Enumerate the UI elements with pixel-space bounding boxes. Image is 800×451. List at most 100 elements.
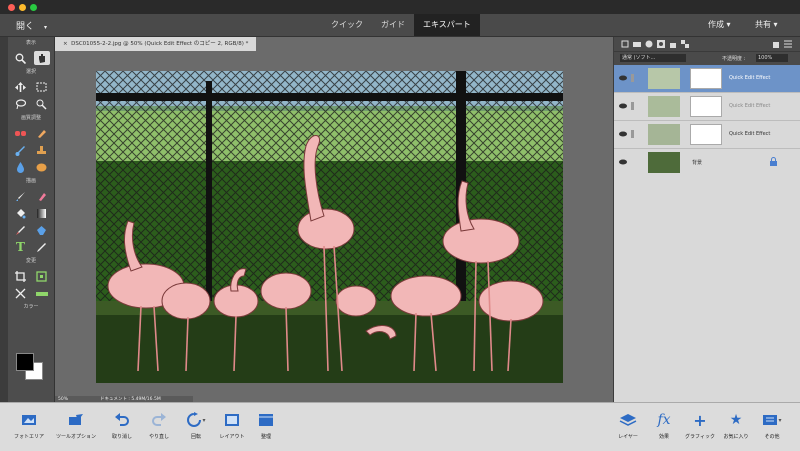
photo-bin-button[interactable]: フォトエリア [9, 409, 49, 440]
undo-button[interactable]: 取り消し [102, 409, 142, 440]
redo-button[interactable]: やり直し [139, 409, 179, 440]
lasso-tool-icon[interactable] [13, 97, 29, 111]
tool-section-select: 選択 [25, 69, 36, 75]
tab-quick[interactable]: クイック [322, 14, 372, 36]
layer-mask-thumbnail[interactable] [690, 68, 722, 89]
sponge-tool-icon[interactable] [34, 160, 50, 174]
panel-menu-icon[interactable] [783, 40, 792, 49]
content-aware-move-icon[interactable] [13, 286, 29, 300]
new-layer-icon[interactable] [620, 40, 629, 49]
chevron-down-icon: ▾ [44, 24, 48, 31]
tool-options-icon [56, 409, 96, 431]
favorites-button[interactable]: ★ お気に入り [716, 409, 756, 440]
favorites-label: お気に入り [723, 434, 749, 440]
mode-tabs: クイック ガイド エキスパート [322, 14, 480, 36]
document-tab[interactable]: × DSC01055-2-2.jpg @ 50% (Quick Edit Eff… [55, 37, 257, 51]
move-tool-icon[interactable] [13, 80, 29, 94]
close-icon[interactable]: × [63, 41, 68, 47]
spot-healing-brush-icon[interactable] [34, 126, 50, 140]
layer-row[interactable]: 背景 [614, 149, 800, 176]
color-picker-icon[interactable] [13, 223, 29, 237]
share-menu-label: 共有 [755, 20, 771, 29]
layer-link-icon [631, 130, 634, 138]
more-label: その他 [764, 434, 780, 440]
effects-button[interactable]: fx 効果 [644, 409, 684, 440]
smart-brush-icon[interactable] [13, 143, 29, 157]
organizer-button[interactable]: 整理 [246, 409, 286, 440]
open-menu-button[interactable]: 開く ▾ [16, 19, 47, 32]
create-menu-button[interactable]: 作成 ▾ [708, 19, 731, 30]
tool-section-enhance: 画質調整 [20, 115, 41, 121]
close-window-button[interactable] [8, 4, 15, 11]
layer-row[interactable]: Quick Edit Effect [614, 121, 800, 149]
organizer-label: 整理 [260, 434, 271, 440]
layer-name: 背景 [692, 160, 703, 166]
favorites-icon: ★ [729, 412, 743, 428]
brush-tool-icon[interactable] [13, 189, 29, 203]
tab-expert[interactable]: エキスパート [414, 14, 480, 36]
straighten-tool-icon[interactable] [34, 286, 50, 300]
tool-options-button[interactable]: ツールオプション [56, 409, 96, 440]
blur-tool-icon[interactable] [13, 160, 29, 174]
quick-selection-tool-icon[interactable] [34, 97, 50, 111]
type-tool-icon[interactable]: T [13, 240, 29, 254]
layers-label: レイヤー [618, 434, 638, 440]
tab-guided[interactable]: ガイド [372, 14, 414, 36]
hand-tool-icon[interactable] [33, 51, 50, 65]
layer-thumbnail [648, 96, 680, 117]
layers-panel: 通常 (ソフト... 不透明度 : 100% Quick Edit Effect… [614, 37, 800, 402]
more-button[interactable]: ▾ その他 [752, 409, 792, 440]
adjustment-layer-icon[interactable] [644, 40, 653, 49]
document-tab-title: DSC01055-2-2.jpg @ 50% (Quick Edit Effec… [71, 41, 249, 47]
lock-all-icon[interactable] [668, 40, 677, 49]
effects-icon: fx [657, 412, 671, 428]
layers-button[interactable]: レイヤー [608, 409, 648, 440]
custom-shape-icon[interactable] [34, 223, 50, 237]
clone-stamp-icon[interactable] [34, 143, 50, 157]
tool-section-modify: 変更 [25, 258, 36, 264]
layer-row[interactable]: Quick Edit Effect [614, 93, 800, 121]
layer-mask-thumbnail[interactable] [690, 124, 722, 145]
tool-section-color: カラー [23, 304, 39, 310]
trash-icon[interactable] [771, 40, 780, 49]
foreground-color-swatch[interactable] [16, 353, 34, 371]
visibility-eye-icon[interactable] [619, 131, 627, 139]
document-canvas-area: × DSC01055-2-2.jpg @ 50% (Quick Edit Eff… [55, 37, 613, 403]
share-menu-button[interactable]: 共有 ▾ [755, 19, 778, 30]
eraser-tool-icon[interactable] [34, 189, 50, 203]
new-group-icon[interactable] [632, 40, 641, 49]
layer-name: Quick Edit Effect [729, 131, 771, 137]
window-titlebar [0, 0, 800, 14]
pencil-tool-icon[interactable] [34, 240, 50, 254]
chevron-down-icon: ▾ [773, 20, 778, 29]
opacity-label: 不透明度 : [722, 56, 746, 62]
photo-bin-icon [9, 409, 49, 431]
create-menu-label: 作成 [708, 20, 724, 29]
lock-icon[interactable] [769, 157, 778, 168]
blend-mode-select[interactable]: 通常 (ソフト... [620, 54, 686, 62]
maximize-window-button[interactable] [30, 4, 37, 11]
undo-label: 取り消し [111, 434, 132, 440]
marquee-tool-icon[interactable] [34, 80, 50, 94]
document-image[interactable] [96, 71, 563, 383]
layer-link-icon [631, 74, 634, 82]
minimize-window-button[interactable] [19, 4, 26, 11]
layer-row[interactable]: Quick Edit Effect [614, 65, 800, 93]
add-mask-icon[interactable] [656, 40, 665, 49]
paint-bucket-icon[interactable] [13, 206, 29, 220]
visibility-eye-icon[interactable] [619, 103, 627, 111]
gradient-tool-icon[interactable] [34, 206, 50, 220]
graphics-button[interactable]: + グラフィック [680, 409, 720, 441]
undo-icon [102, 409, 142, 431]
opacity-input[interactable]: 100% [756, 54, 788, 62]
visibility-eye-icon[interactable] [619, 159, 627, 167]
crop-tool-icon[interactable] [13, 269, 29, 283]
zoom-tool-icon[interactable] [13, 51, 29, 65]
lock-transparency-icon[interactable] [680, 40, 689, 49]
recompose-tool-icon[interactable] [34, 269, 50, 283]
red-eye-tool-icon[interactable] [13, 126, 29, 140]
layer-mask-thumbnail[interactable] [690, 96, 722, 117]
layer-options-row: 通常 (ソフト... 不透明度 : 100% [614, 51, 800, 65]
rotate-button[interactable]: ▾ 回転 [176, 409, 216, 440]
visibility-eye-icon[interactable] [619, 75, 627, 83]
